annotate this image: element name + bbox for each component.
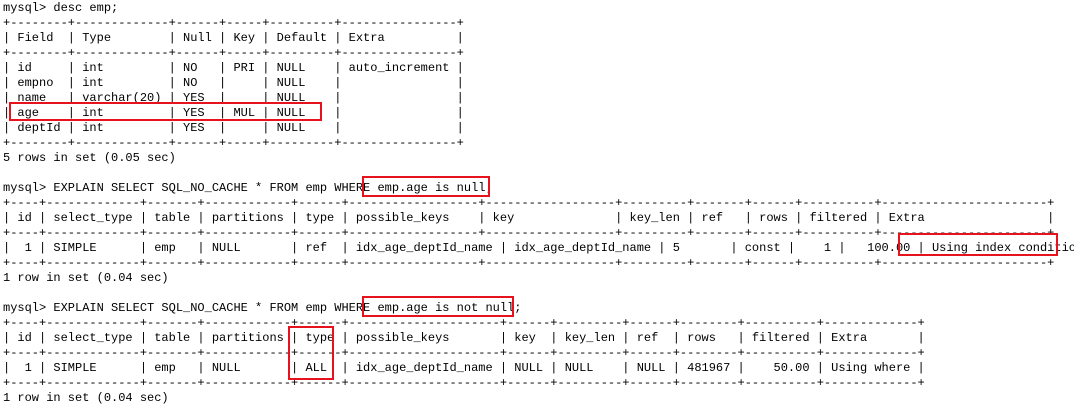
highlight-extra-using-index-condition — [898, 233, 1058, 256]
table-border: +--------+-------------+------+-----+---… — [3, 46, 464, 60]
table-row: | empno | int | NO | | NULL | | — [3, 76, 464, 90]
table-header: | id | select_type | table | partitions … — [3, 331, 925, 345]
table-border: +----+-------------+-------+------------… — [3, 346, 925, 360]
highlight-where-is-not-null — [362, 296, 514, 317]
highlight-age-row — [9, 102, 322, 121]
highlight-type-column — [288, 326, 334, 380]
table-header: | Field | Type | Null | Key | Default | … — [3, 31, 464, 45]
table-border: +--------+-------------+------+-----+---… — [3, 136, 464, 150]
highlight-where-is-null — [362, 176, 490, 197]
terminal-window: mysql> desc emp; +--------+-------------… — [0, 0, 1074, 409]
result-summary: 5 rows in set (0.05 sec) — [3, 151, 176, 165]
table-border: +--------+-------------+------+-----+---… — [3, 16, 464, 30]
result-summary: 1 row in set (0.04 sec) — [3, 271, 169, 285]
prompt-line: mysql> desc emp; — [3, 1, 119, 15]
result-summary: 1 row in set (0.04 sec) — [3, 391, 169, 405]
table-border: +----+-------------+-------+------------… — [3, 256, 1055, 270]
table-border: +----+-------------+-------+------------… — [3, 376, 925, 390]
table-border: +----+-------------+-------+------------… — [3, 226, 1055, 240]
table-row: | id | int | NO | PRI | NULL | auto_incr… — [3, 61, 464, 75]
table-row: | deptId | int | YES | | NULL | | — [3, 121, 464, 135]
table-row: | 1 | SIMPLE | emp | NULL | ALL | idx_ag… — [3, 361, 925, 375]
table-border: +----+-------------+-------+------------… — [3, 316, 925, 330]
table-header: | id | select_type | table | partitions … — [3, 211, 1055, 225]
table-border: +----+-------------+-------+------------… — [3, 196, 1055, 210]
